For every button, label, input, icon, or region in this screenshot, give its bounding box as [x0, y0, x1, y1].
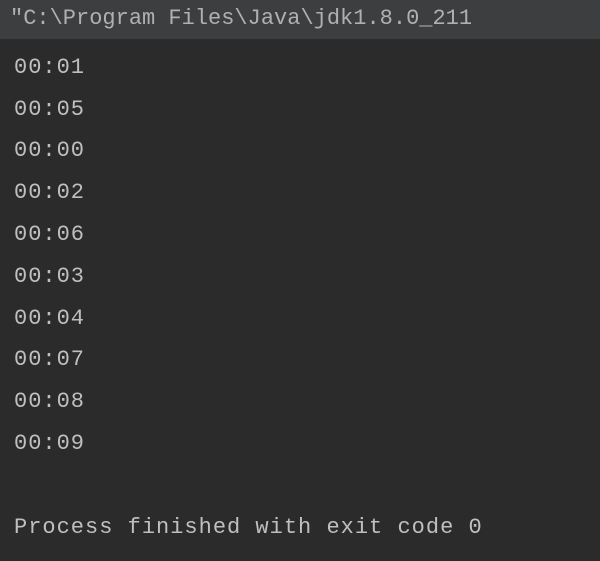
exit-message: Process finished with exit code 0 [14, 507, 586, 549]
output-line: 00:03 [14, 256, 586, 298]
console-panel: "C:\Program Files\Java\jdk1.8.0_211 00:0… [0, 0, 600, 561]
blank-line [14, 465, 586, 507]
output-line: 00:01 [14, 47, 586, 89]
command-line: "C:\Program Files\Java\jdk1.8.0_211 [0, 0, 600, 39]
output-line: 00:05 [14, 89, 586, 131]
output-line: 00:09 [14, 423, 586, 465]
output-line: 00:04 [14, 298, 586, 340]
command-text: "C:\Program Files\Java\jdk1.8.0_211 [10, 6, 472, 31]
output-line: 00:06 [14, 214, 586, 256]
output-area: 00:01 00:05 00:00 00:02 00:06 00:03 00:0… [0, 39, 600, 549]
output-line: 00:07 [14, 339, 586, 381]
output-line: 00:02 [14, 172, 586, 214]
output-line: 00:00 [14, 130, 586, 172]
output-line: 00:08 [14, 381, 586, 423]
